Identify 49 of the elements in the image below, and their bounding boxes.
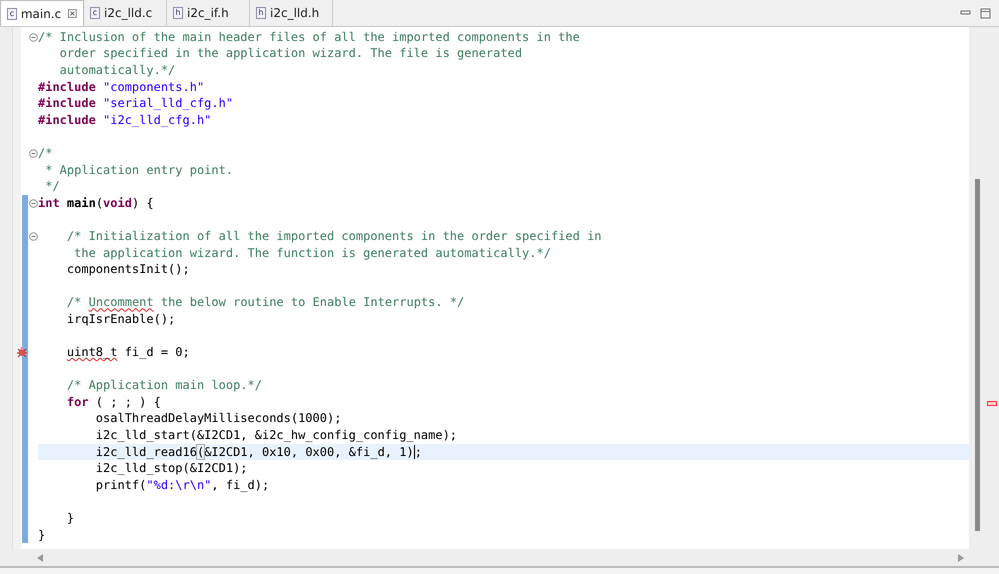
scroll-left-icon[interactable] (36, 552, 44, 562)
code-line: /* Initialization of all the imported components in the order specified in (66, 228, 602, 244)
scroll-right-icon[interactable] (957, 552, 965, 562)
collapse-icon[interactable] (28, 198, 38, 208)
file-icon: c (7, 8, 17, 20)
code-line: uint8_t fi_d = 0; (66, 345, 190, 360)
editor-tab[interactable]: c i2c_lld.c (84, 0, 167, 26)
file-icon: c (90, 7, 100, 19)
tab-label: i2c_lld.c (104, 6, 152, 20)
editor-tab[interactable]: h i2c_if.h (167, 0, 250, 26)
code-line: */ (44, 179, 60, 194)
code-line: * Application entry point. (44, 162, 234, 178)
code-line: } (38, 528, 46, 543)
editor-tab[interactable]: h i2c_lld.h (250, 0, 333, 26)
bug-icon (16, 346, 28, 358)
code-line: /* (38, 146, 52, 161)
editor-tab[interactable]: c main.c (0, 0, 84, 26)
code-line: i2c_lld_start(&I2CD1, &i2c_hw_config_config_name); (94, 428, 458, 444)
code-line: int main(void) { (38, 196, 154, 211)
minimize-icon[interactable] (960, 9, 972, 17)
code-line: for ( ; ; ) { (66, 394, 161, 410)
scrollbar-thumb[interactable] (975, 179, 980, 531)
tab-label: main.c (20, 6, 62, 20)
error-marker[interactable] (987, 401, 997, 406)
collapse-icon[interactable] (28, 232, 38, 241)
code-line: irqIsrEnable(); (66, 312, 176, 327)
code-line: osalThreadDelayMilliseconds(1000); (94, 411, 342, 426)
code-line: the application wizard. The function is generated automatically.*/ (73, 246, 551, 261)
code-line: /* Application main loop.*/ (66, 378, 262, 394)
file-icon: h (173, 7, 183, 19)
code-line: /* Inclusion of the main header files of all the imported components in the (38, 30, 580, 45)
tab-label: i2c_if.h (187, 6, 229, 20)
collapse-icon[interactable] (28, 32, 38, 42)
code-line: } (66, 511, 74, 526)
tab-label: i2c_lld.h (270, 6, 320, 20)
code-line: componentsInit(); (66, 262, 190, 278)
code-line: printf("%d:\r\n", fi_d); (94, 478, 270, 493)
maximize-icon[interactable] (980, 8, 991, 18)
code-line: i2c_lld_stop(&I2CD1); (94, 461, 248, 476)
file-icon: h (256, 7, 266, 19)
code-line: /* Uncomment the below routine to Enable Interrupts. */ (66, 295, 464, 310)
collapse-icon[interactable] (28, 148, 38, 158)
code-line: i2c_lld_read16(&I2CD1, 0x10, 0x00, &fi_d, 1); (94, 444, 422, 460)
code-line: #include "components.h" (38, 80, 204, 95)
code-line: #include "serial_lld_cfg.h" (38, 96, 234, 112)
close-icon[interactable] (68, 9, 77, 18)
code-line: #include "i2c_lld_cfg.h" (38, 112, 212, 128)
code-line: order specified in the application wizard. The file is generated (58, 46, 522, 62)
code-line: automatically.*/ (58, 62, 176, 78)
